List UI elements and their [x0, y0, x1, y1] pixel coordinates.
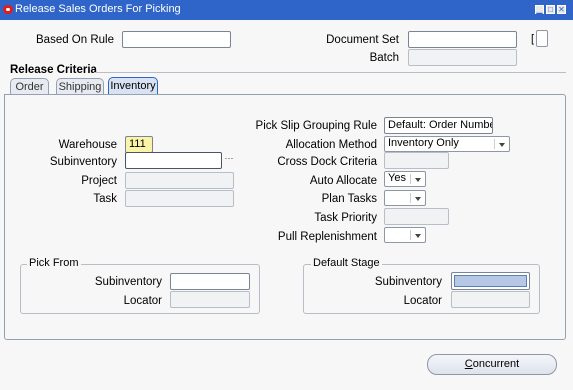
- plan-tasks-label: Plan Tasks: [321, 193, 377, 205]
- concurrent-label-rest: oncurrent: [472, 358, 520, 370]
- pull-replenishment-label: Pull Replenishment: [277, 231, 377, 243]
- document-set-field[interactable]: [408, 31, 517, 48]
- tab-order[interactable]: Order: [10, 78, 49, 95]
- concurrent-mnemonic: C: [464, 358, 473, 370]
- concurrent-button[interactable]: Concurrent: [427, 354, 557, 375]
- flex-field-box[interactable]: [536, 30, 548, 47]
- section-divider: [94, 72, 566, 73]
- pick-from-locator-field: [170, 291, 250, 308]
- pick-slip-grouping-rule-label: Pick Slip Grouping Rule: [255, 120, 377, 132]
- auto-allocate-label: Auto Allocate: [309, 175, 377, 187]
- pick-from-subinventory-field[interactable]: [170, 273, 250, 290]
- close-icon[interactable]: ✕: [557, 5, 566, 14]
- window-title: Release Sales Orders For Picking: [15, 3, 181, 15]
- project-field: [125, 172, 234, 189]
- cross-dock-criteria-label: Cross Dock Criteria: [277, 156, 377, 168]
- tab-shipping[interactable]: Shipping: [56, 78, 104, 95]
- default-stage-subinventory-field[interactable]: [451, 272, 530, 290]
- default-stage-locator-label: Locator: [403, 295, 442, 307]
- minimize-icon[interactable]: ▁: [535, 5, 544, 14]
- cross-dock-criteria-field: [384, 152, 449, 169]
- chevron-down-icon: [415, 234, 421, 238]
- task-priority-field: [384, 208, 449, 225]
- task-label: Task: [93, 193, 117, 205]
- default-stage-subinventory-label: Subinventory: [374, 276, 442, 288]
- auto-allocate-value: Yes: [388, 172, 406, 184]
- chevron-down-icon: [415, 178, 421, 182]
- pick-from-heading: Pick From: [27, 257, 81, 269]
- based-on-rule-label: Based On Rule: [36, 34, 114, 46]
- batch-label: Batch: [369, 52, 399, 64]
- maximize-icon[interactable]: □: [546, 5, 555, 14]
- plan-tasks-select[interactable]: [384, 190, 426, 206]
- pick-slip-grouping-rule-field[interactable]: Default: Order Number: [384, 117, 493, 134]
- task-priority-label: Task Priority: [314, 212, 377, 224]
- document-set-label: Document Set: [326, 34, 399, 46]
- project-label: Project: [81, 175, 117, 187]
- default-stage-subinventory-value: [454, 275, 527, 287]
- batch-field: [408, 49, 517, 66]
- chevron-down-icon: [415, 197, 421, 201]
- allocation-method-select[interactable]: Inventory Only: [384, 136, 510, 152]
- task-field: [125, 190, 234, 207]
- window-titlebar: Release Sales Orders For Picking ▁ □ ✕: [0, 0, 573, 20]
- pull-replenishment-select[interactable]: [384, 227, 426, 243]
- pick-from-locator-label: Locator: [123, 295, 162, 307]
- oracle-logo-icon: [3, 5, 13, 14]
- default-stage-locator-field: [451, 291, 530, 308]
- allocation-method-value: Inventory Only: [388, 137, 459, 149]
- based-on-rule-field[interactable]: [122, 31, 231, 48]
- chevron-down-icon: [499, 143, 505, 147]
- default-stage-heading: Default Stage: [311, 257, 382, 269]
- tab-inventory[interactable]: Inventory: [108, 77, 158, 95]
- auto-allocate-select[interactable]: Yes: [384, 171, 426, 187]
- subinventory-field[interactable]: [125, 152, 222, 169]
- warehouse-field[interactable]: 111: [125, 136, 153, 153]
- release-criteria-heading: Release Criteria: [10, 64, 97, 76]
- subinventory-label: Subinventory: [49, 156, 117, 168]
- warehouse-label: Warehouse: [58, 139, 117, 151]
- allocation-method-label: Allocation Method: [285, 139, 377, 151]
- pick-from-subinventory-label: Subinventory: [94, 276, 162, 288]
